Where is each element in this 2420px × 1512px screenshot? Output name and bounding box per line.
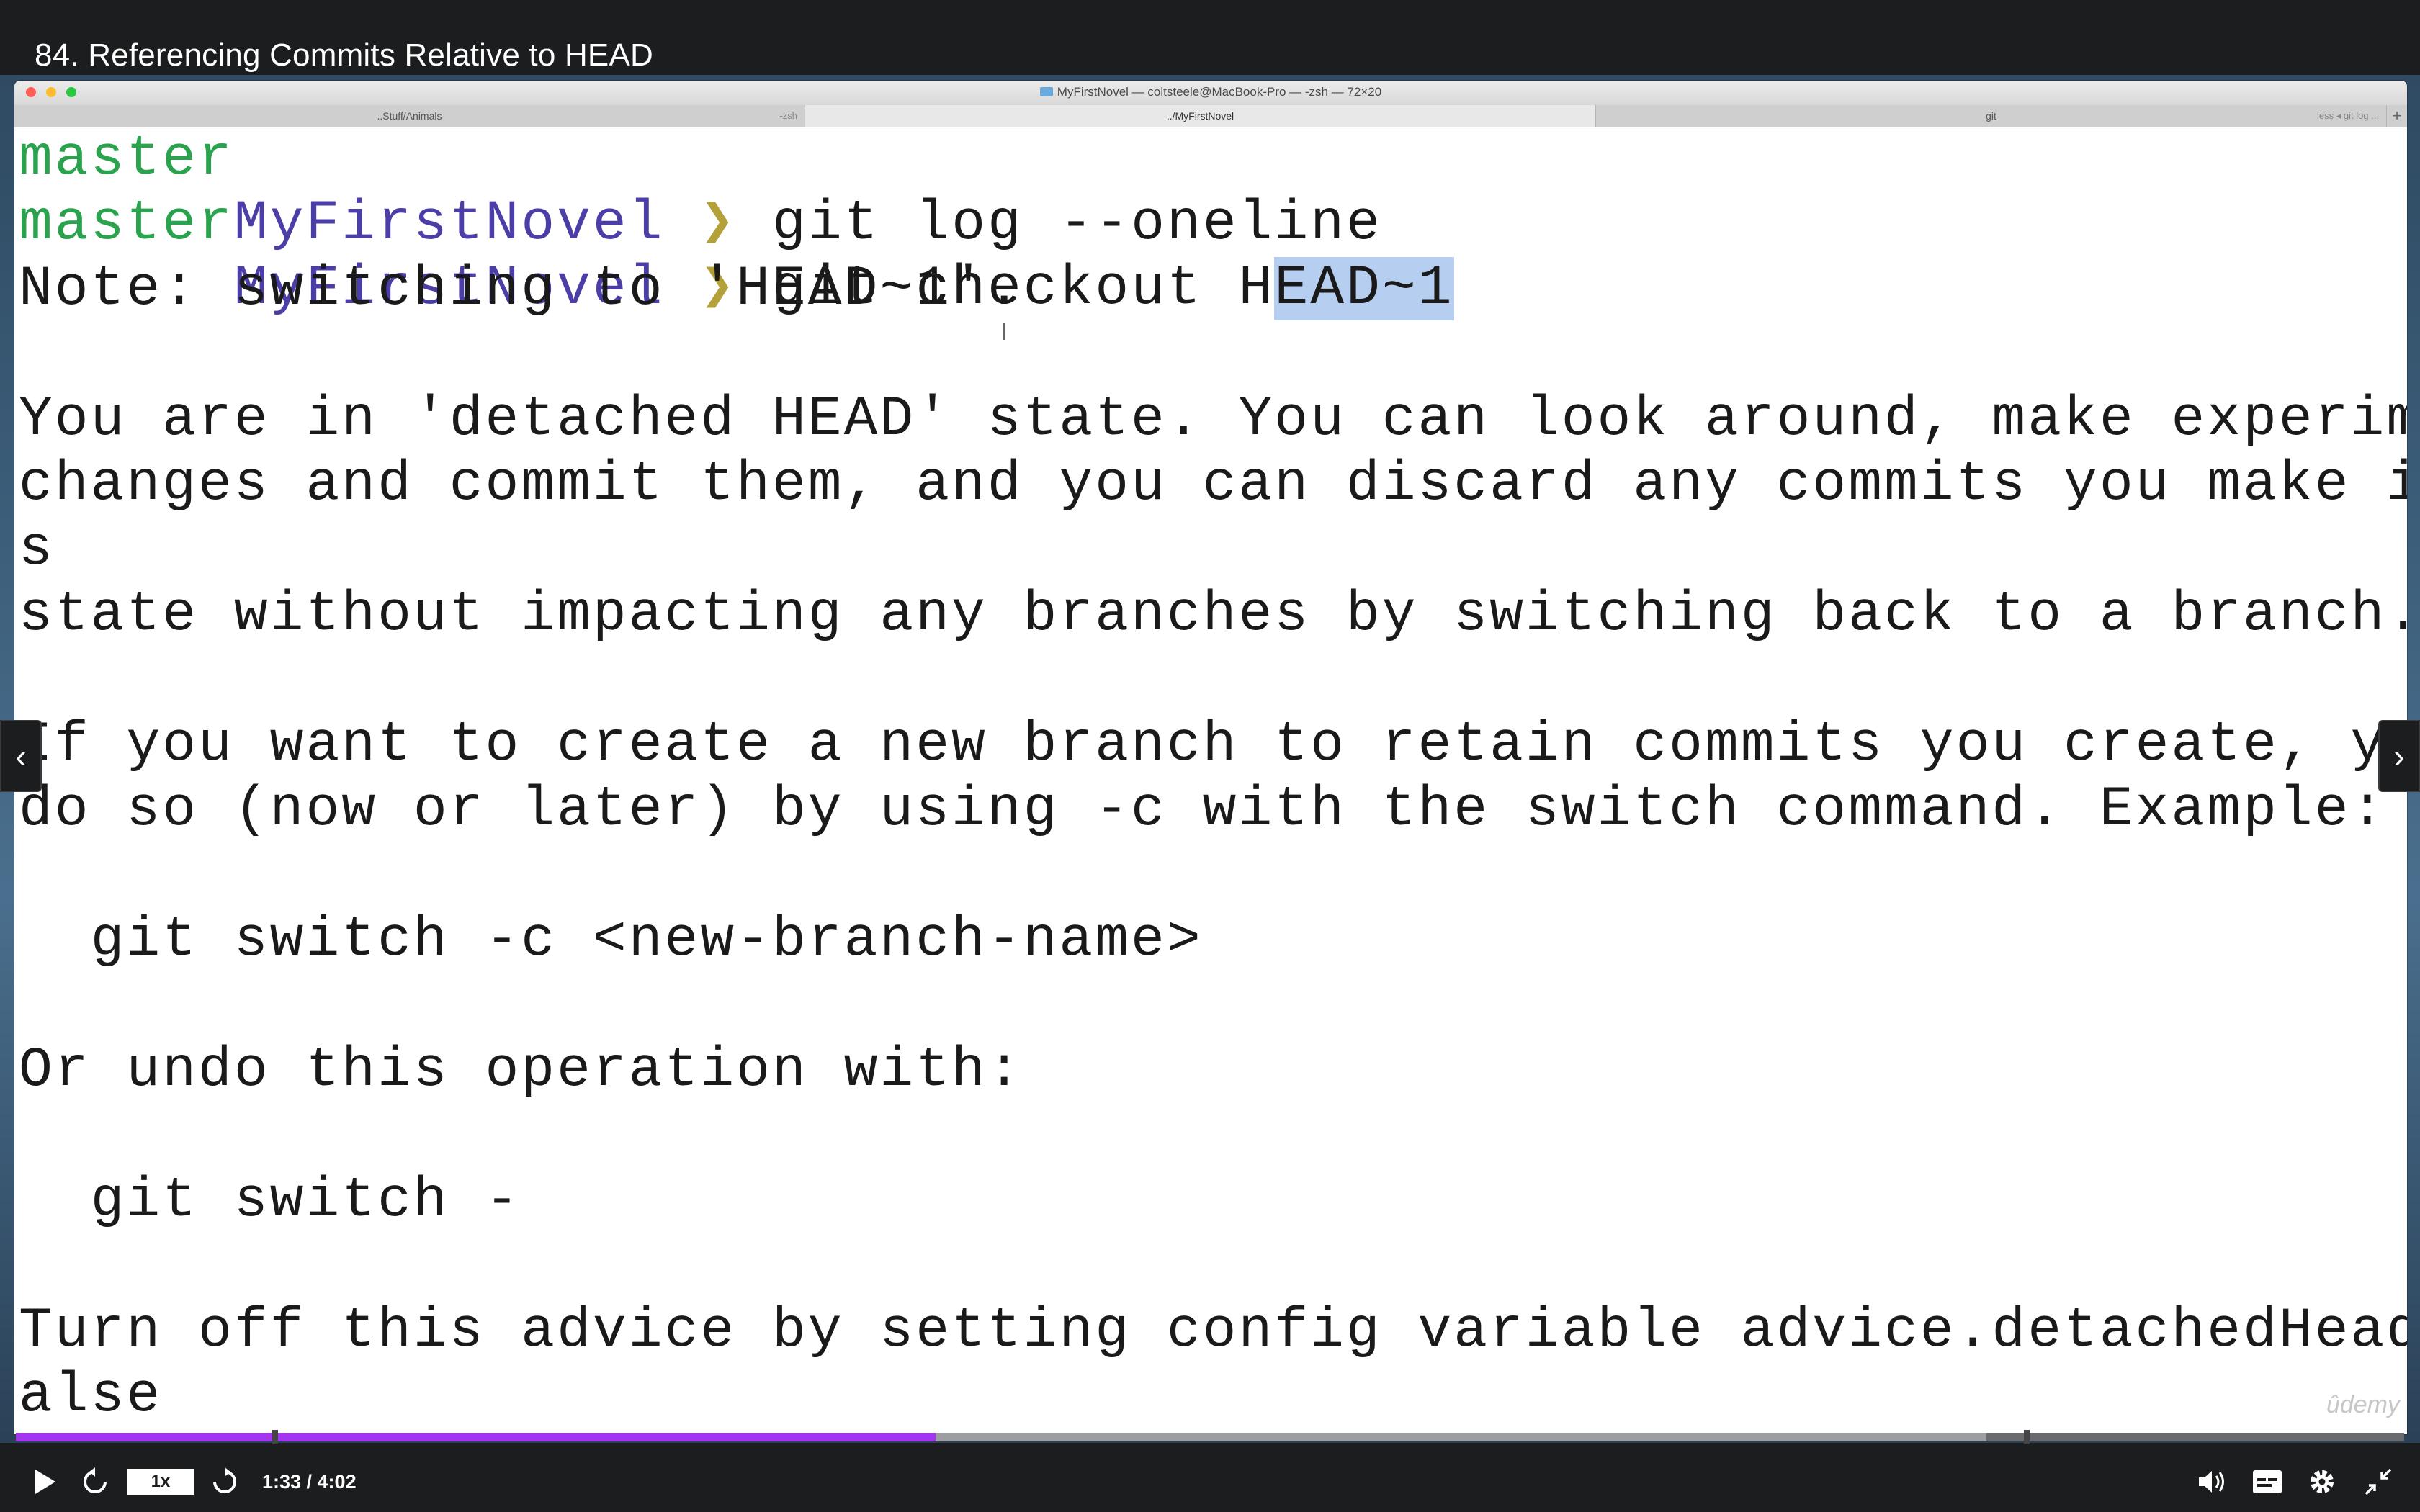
forward-5-icon <box>213 1467 236 1493</box>
output-line: s <box>19 518 55 581</box>
terminal-tab-bar: ..Stuff/Animals -zsh ../MyFirstNovel git l… <box>14 105 2407 127</box>
settings-button[interactable] <box>2302 1462 2342 1502</box>
previous-lecture-button[interactable]: ‹ <box>0 720 42 792</box>
progress-marker <box>2024 1430 2030 1444</box>
output-line: You are in 'detached HEAD' state. You ca… <box>19 388 2407 451</box>
terminal-window: MyFirstNovel — coltsteele@MacBook-Pro — … <box>14 81 2407 1434</box>
play-icon <box>35 1470 55 1494</box>
window-title: MyFirstNovel — coltsteele@MacBook-Pro — … <box>14 85 2407 99</box>
volume-button[interactable] <box>2192 1462 2233 1502</box>
chevron-left-icon: ‹ <box>15 737 27 775</box>
play-button[interactable] <box>24 1462 65 1502</box>
captions-icon <box>2253 1470 2282 1493</box>
progress-marker <box>272 1430 278 1444</box>
output-line: state without impacting any branches by … <box>19 583 2407 647</box>
forward-button[interactable] <box>205 1462 245 1502</box>
folder-icon <box>1039 87 1053 96</box>
udemy-watermark: ûdemy <box>2326 1391 2400 1418</box>
text-cursor-icon <box>1003 323 1005 340</box>
gear-icon <box>2311 1470 2334 1493</box>
tab-git[interactable]: git less ◂ git log ... <box>1596 105 2387 127</box>
output-line: git switch -c <new-branch-name> <box>19 909 1203 972</box>
playback-time: 1:33 / 4:02 <box>262 1471 357 1493</box>
window-titlebar: MyFirstNovel — coltsteele@MacBook-Pro — … <box>14 81 2407 106</box>
output-line: do so (now or later) by using -c with th… <box>19 778 2387 842</box>
branch-indicator: master <box>19 192 234 256</box>
output-line: Turn off this advice by setting config v… <box>19 1300 2407 1363</box>
output-line: changes and commit them, and you can dis… <box>19 453 2407 516</box>
exit-fullscreen-button[interactable] <box>2358 1462 2398 1502</box>
progress-played <box>16 1433 936 1441</box>
video-progress-bar[interactable] <box>16 1430 2404 1444</box>
player-controls: 1x 1:33 / 4:02 <box>0 1452 2420 1512</box>
branch-indicator: master <box>19 127 234 191</box>
lecture-title: 84. Referencing Commits Relative to HEAD <box>35 37 653 73</box>
output-line: Or undo this operation with: <box>19 1039 1023 1102</box>
playback-speed-button[interactable]: 1x <box>127 1469 194 1495</box>
chevron-right-icon: › <box>2393 737 2405 775</box>
rewind-button[interactable] <box>75 1462 115 1502</box>
output-line: If you want to create a new branch to re… <box>19 714 2407 777</box>
next-lecture-button[interactable]: › <box>2378 720 2420 792</box>
volume-icon <box>2199 1471 2224 1493</box>
captions-button[interactable] <box>2247 1462 2287 1502</box>
output-line: git switch - <box>19 1169 521 1233</box>
selected-text: EAD~1 <box>1274 257 1454 320</box>
rewind-5-icon <box>84 1467 107 1493</box>
exit-fullscreen-icon <box>2365 1468 2392 1495</box>
tab-myfirstnovel[interactable]: ../MyFirstNovel <box>805 105 1596 127</box>
output-line: alse <box>19 1364 163 1428</box>
new-tab-button[interactable]: + <box>2387 105 2407 127</box>
output-line: Note: switching to 'HEAD~1'. <box>19 258 1023 321</box>
tab-animals[interactable]: ..Stuff/Animals -zsh <box>14 105 805 127</box>
terminal-output[interactable]: MyFirstNovel ❯ git log --oneline master … <box>19 127 2407 1434</box>
